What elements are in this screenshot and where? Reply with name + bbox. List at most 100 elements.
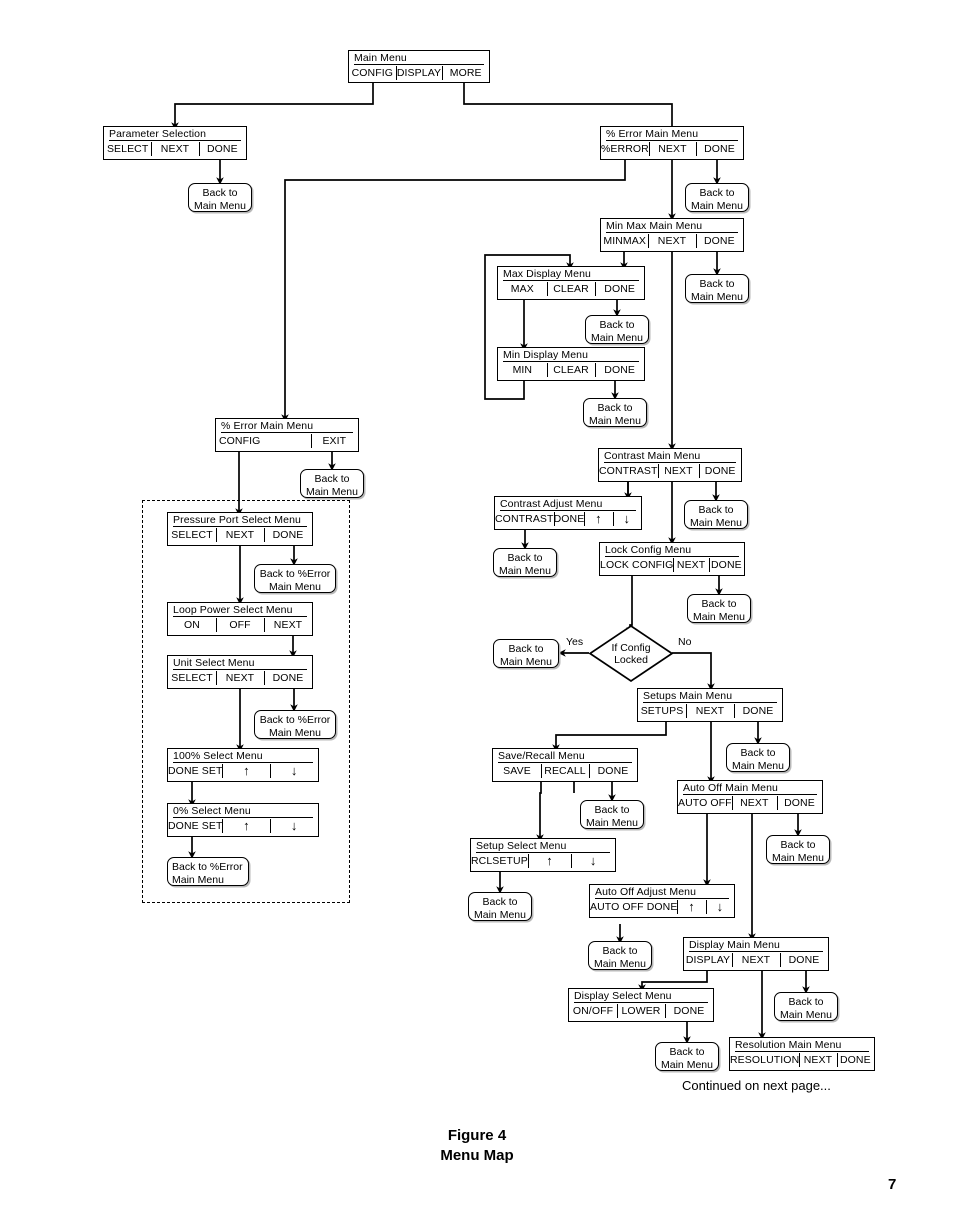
return-node-display-select[interactable]: Back to Main Menu — [655, 1042, 719, 1071]
return-node-min-max-main[interactable]: Back to Main Menu — [685, 274, 749, 303]
menu-key[interactable]: DONE — [595, 362, 644, 378]
menu-key[interactable]: RCLSETUP — [471, 853, 528, 869]
menu-box-save-recall-menu[interactable]: Save/Recall Menu SAVE RECALL DONE — [492, 748, 638, 782]
menu-box-setup-select-menu[interactable]: Setup Select Menu RCLSETUP ↑ ↓ — [470, 838, 616, 872]
menu-box-loop-power-select[interactable]: Loop Power Select Menu ON OFF NEXT — [167, 602, 313, 636]
menu-box-contrast-adjust-menu[interactable]: Contrast Adjust Menu CONTRAST DONE ↑ ↓ — [494, 496, 642, 530]
return-node-auto-off-adjust[interactable]: Back to Main Menu — [588, 941, 652, 970]
menu-key[interactable]: AUTO OFF — [678, 795, 732, 811]
menu-key[interactable]: DONE — [665, 1003, 713, 1019]
menu-key[interactable]: NEXT — [673, 557, 708, 573]
menu-box-auto-off-main-menu[interactable]: Auto Off Main Menu AUTO OFF NEXT DONE — [677, 780, 823, 814]
return-node-setups[interactable]: Back to Main Menu — [726, 743, 790, 772]
menu-box-min-max-main-menu[interactable]: Min Max Main Menu MINMAX NEXT DONE — [600, 218, 744, 252]
menu-box-0pct-select[interactable]: 0% Select Menu DONE SET ↑ ↓ — [167, 803, 319, 837]
menu-key[interactable]: NEXT — [216, 527, 264, 543]
menu-key[interactable]: CONFIG — [216, 433, 263, 449]
menu-key[interactable]: MINMAX — [601, 233, 648, 249]
menu-key[interactable]: NEXT — [732, 952, 780, 968]
menu-box-unit-select-menu[interactable]: Unit Select Menu SELECT NEXT DONE — [167, 655, 313, 689]
menu-key[interactable]: CONFIG — [349, 65, 396, 81]
menu-key[interactable]: DONE — [836, 1052, 874, 1068]
menu-key-up-arrow[interactable]: ↑ — [527, 853, 572, 869]
return-node-max-display[interactable]: Back to Main Menu — [585, 315, 649, 344]
menu-box-lock-config-menu[interactable]: Lock Config Menu LOCK CONFIG NEXT DONE — [599, 542, 745, 576]
return-node-0pct-select[interactable]: Back to %Error Main Menu — [167, 857, 249, 886]
menu-box-setups-main-menu[interactable]: Setups Main Menu SETUPS NEXT DONE — [637, 688, 783, 722]
menu-key[interactable]: MORE — [442, 65, 489, 81]
menu-key[interactable]: NEXT — [264, 617, 312, 633]
menu-key[interactable]: DISPLAY — [684, 952, 732, 968]
return-node-min-display[interactable]: Back to Main Menu — [583, 398, 647, 427]
menu-key[interactable]: DONE — [198, 141, 246, 157]
menu-key[interactable]: DONE — [589, 763, 637, 779]
menu-key[interactable]: DONE — [776, 795, 822, 811]
menu-key[interactable]: DONE — [708, 557, 744, 573]
menu-key[interactable]: NEXT — [151, 141, 198, 157]
return-node-pressure-port[interactable]: Back to %Error Main Menu — [254, 564, 336, 593]
return-node-pct-error-main[interactable]: Back to Main Menu — [685, 183, 749, 212]
menu-key[interactable]: DONE — [695, 141, 743, 157]
menu-box-pct-error-config-menu[interactable]: % Error Main Menu CONFIG EXIT — [215, 418, 359, 452]
menu-key[interactable]: RECALL — [541, 763, 589, 779]
menu-key[interactable]: MAX — [498, 281, 547, 297]
menu-key[interactable]: DONE — [553, 511, 585, 527]
menu-box-pct-error-main-menu[interactable]: % Error Main Menu %ERROR NEXT DONE — [600, 126, 744, 160]
menu-key[interactable]: CONTRAST — [599, 463, 658, 479]
menu-key[interactable]: %ERROR — [601, 141, 649, 157]
return-node-contrast-main[interactable]: Back to Main Menu — [684, 500, 748, 529]
return-node-display-main[interactable]: Back to Main Menu — [774, 992, 838, 1021]
menu-key[interactable]: MIN — [498, 362, 547, 378]
menu-key[interactable]: OFF — [216, 617, 264, 633]
menu-box-pressure-port-select[interactable]: Pressure Port Select Menu SELECT NEXT DO… — [167, 512, 313, 546]
menu-key[interactable]: RESOLUTION — [730, 1052, 799, 1068]
menu-key-down-arrow[interactable]: ↓ — [705, 899, 734, 915]
menu-key[interactable]: DONE — [734, 703, 782, 719]
menu-key[interactable]: NEXT — [731, 795, 777, 811]
menu-key-down-arrow[interactable]: ↓ — [270, 763, 318, 779]
menu-box-auto-off-adjust-menu[interactable]: Auto Off Adjust Menu AUTO OFF DONE ↑ ↓ — [589, 884, 735, 918]
menu-key[interactable]: DONE — [595, 281, 644, 297]
menu-key[interactable]: LOCK CONFIG — [600, 557, 673, 573]
menu-box-min-display-menu[interactable]: Min Display Menu MIN CLEAR DONE — [497, 347, 645, 381]
menu-key[interactable]: NEXT — [686, 703, 734, 719]
menu-key[interactable]: AUTO OFF DONE — [590, 899, 677, 915]
menu-key[interactable]: DONE SET — [168, 763, 222, 779]
return-node-auto-off-main[interactable]: Back to Main Menu — [766, 835, 830, 864]
menu-box-display-select-menu[interactable]: Display Select Menu ON/OFF LOWER DONE — [568, 988, 714, 1022]
menu-key-down-arrow[interactable]: ↓ — [270, 818, 318, 834]
menu-key[interactable]: SAVE — [493, 763, 541, 779]
menu-key[interactable]: CLEAR — [546, 281, 596, 297]
menu-key[interactable]: LOWER — [617, 1003, 665, 1019]
menu-box-parameter-selection[interactable]: Parameter Selection SELECT NEXT DONE — [103, 126, 247, 160]
menu-key[interactable]: EXIT — [310, 433, 358, 449]
return-node-save-recall[interactable]: Back to Main Menu — [580, 800, 644, 829]
menu-key[interactable]: ON — [168, 617, 216, 633]
menu-box-100pct-select[interactable]: 100% Select Menu DONE SET ↑ ↓ — [167, 748, 319, 782]
menu-key[interactable]: DONE — [699, 463, 741, 479]
menu-key-up-arrow[interactable]: ↑ — [222, 763, 270, 779]
return-node-contrast-adjust[interactable]: Back to Main Menu — [493, 548, 557, 577]
menu-key[interactable]: DONE — [695, 233, 743, 249]
menu-key[interactable]: SELECT — [104, 141, 151, 157]
menu-key-down-arrow[interactable]: ↓ — [612, 511, 641, 527]
menu-key[interactable]: SETUPS — [638, 703, 686, 719]
return-node-setup-select[interactable]: Back to Main Menu — [468, 892, 532, 921]
return-node-config-locked-yes[interactable]: Back to Main Menu — [493, 639, 559, 668]
menu-box-main-menu[interactable]: Main Menu CONFIG DISPLAY MORE — [348, 50, 490, 83]
menu-key-up-arrow[interactable]: ↑ — [222, 818, 270, 834]
menu-key[interactable]: DONE — [264, 670, 312, 686]
menu-box-resolution-main-menu[interactable]: Resolution Main Menu RESOLUTION NEXT DON… — [729, 1037, 875, 1071]
menu-key[interactable]: SELECT — [168, 527, 216, 543]
menu-key[interactable]: SELECT — [168, 670, 216, 686]
menu-key[interactable]: DONE — [780, 952, 828, 968]
menu-key[interactable]: CONTRAST — [495, 511, 554, 527]
menu-key-up-arrow[interactable]: ↑ — [677, 899, 705, 915]
return-node-parameter-selection[interactable]: Back to Main Menu — [188, 183, 252, 212]
menu-key[interactable]: NEXT — [648, 233, 695, 249]
menu-key[interactable]: ON/OFF — [569, 1003, 617, 1019]
return-node-unit-select[interactable]: Back to %Error Main Menu — [254, 710, 336, 739]
menu-key[interactable]: NEXT — [657, 463, 700, 479]
menu-key[interactable]: NEXT — [216, 670, 264, 686]
menu-key[interactable]: CLEAR — [546, 362, 596, 378]
